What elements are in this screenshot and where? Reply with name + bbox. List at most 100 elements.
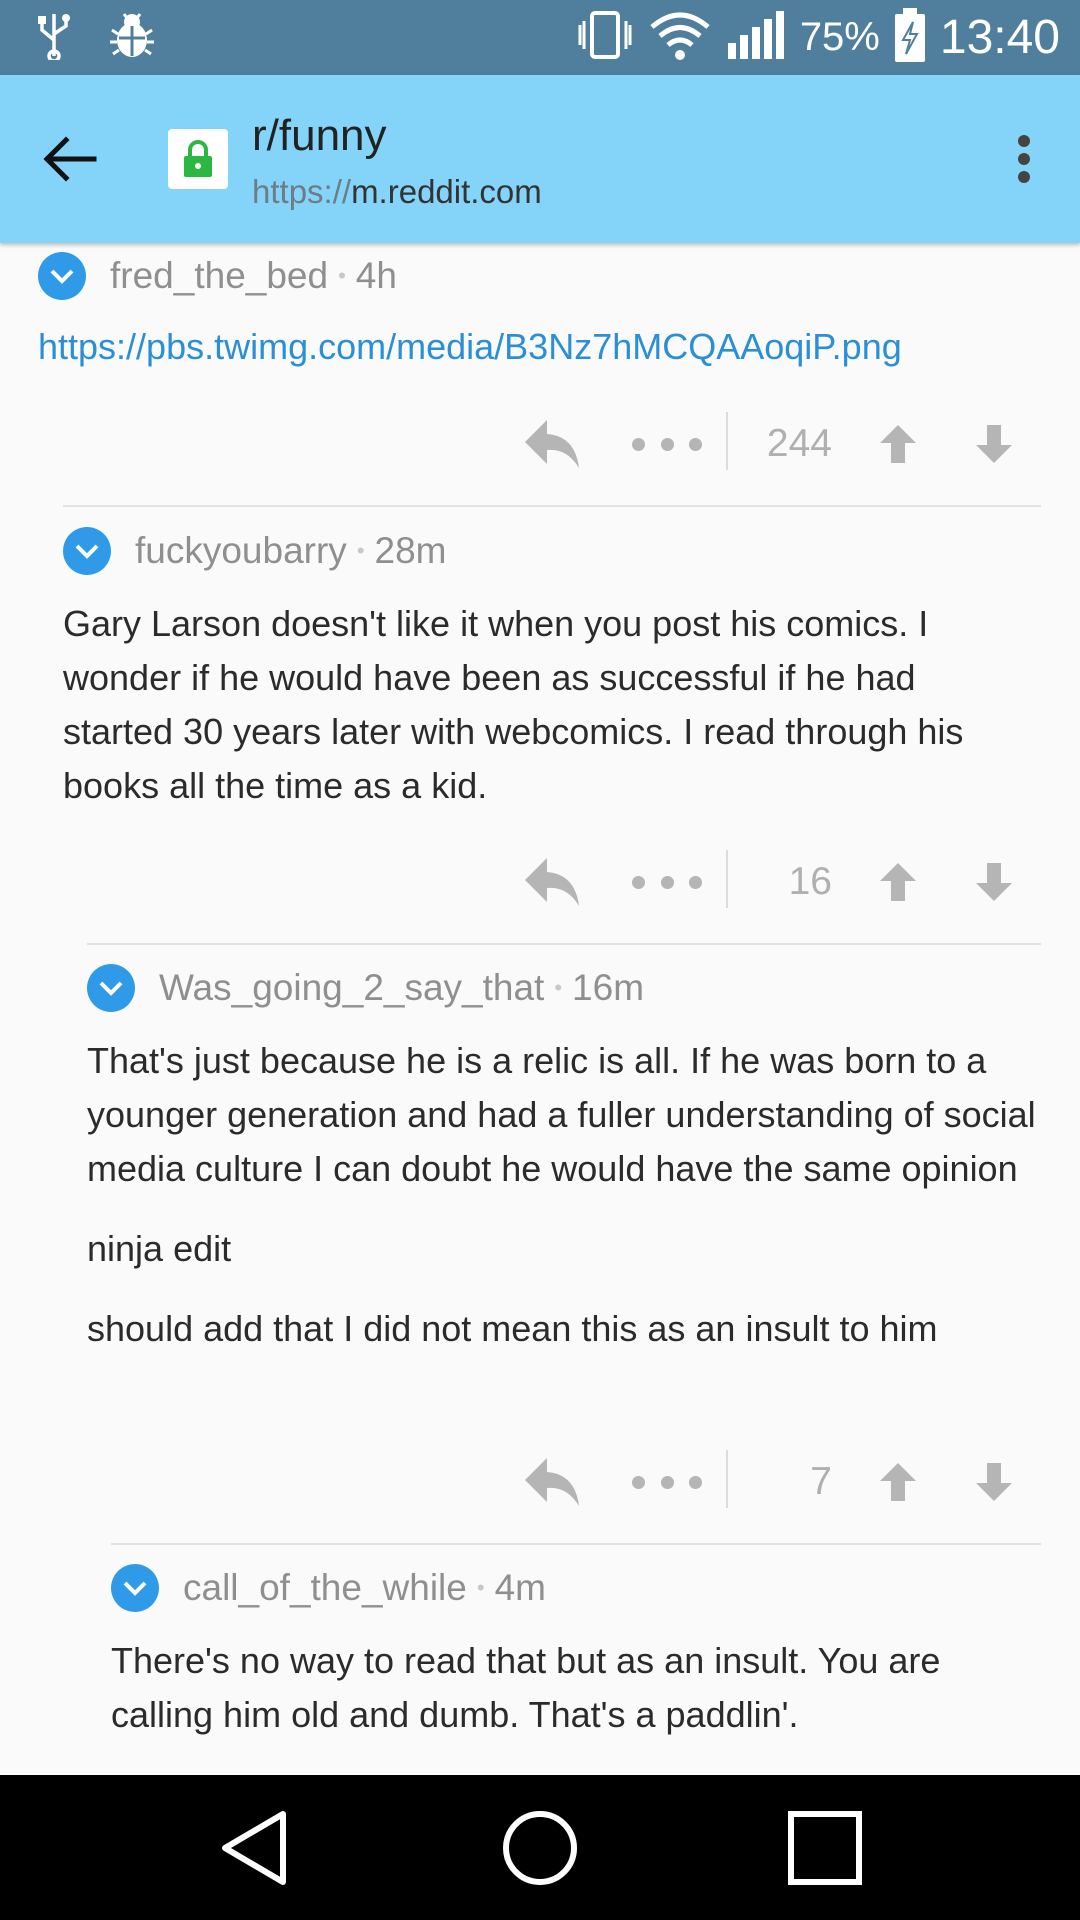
more-options-button[interactable]	[632, 842, 702, 922]
wifi-icon	[648, 7, 712, 68]
comment-author[interactable]: Was_going_2_say_that	[159, 967, 544, 1009]
arrow-down-icon	[976, 425, 1012, 463]
separator-dot: •	[356, 538, 365, 563]
reply-button[interactable]	[518, 404, 588, 484]
upvote-button[interactable]	[868, 1450, 928, 1514]
more-dot	[689, 1475, 702, 1489]
downvote-button[interactable]	[964, 1450, 1024, 1514]
bug-icon	[108, 10, 156, 65]
separator-dot: •	[554, 975, 563, 1000]
separator-dot: •	[338, 263, 346, 288]
more-dot	[660, 437, 674, 451]
comment-link[interactable]: https://pbs.twimg.com/media/B3Nz7hMCQAAo…	[38, 326, 902, 367]
comment-thread[interactable]: fred_the_bed • 4h https://pbs.twimg.com/…	[0, 243, 1080, 1775]
battery-charging-icon	[892, 6, 928, 69]
collapse-comment-button[interactable]	[63, 527, 111, 575]
upvote-button[interactable]	[868, 850, 928, 914]
comment-age: 4m	[494, 1567, 546, 1608]
nav-back-button[interactable]	[185, 1775, 325, 1920]
comment: fred_the_bed • 4h https://pbs.twimg.com/…	[38, 246, 1038, 374]
page-url[interactable]: https://m.reddit.com	[252, 173, 542, 211]
triangle-back-icon	[222, 1810, 286, 1885]
comment-header: Was_going_2_say_that • 16m	[87, 958, 1037, 1018]
downvote-button[interactable]	[964, 412, 1024, 476]
more-dot	[632, 437, 645, 451]
separator-dot: •	[476, 1575, 485, 1600]
back-button[interactable]	[30, 119, 110, 199]
comment-body: Gary Larson doesn't like it when you pos…	[63, 603, 964, 806]
usb-icon	[36, 10, 72, 65]
arrow-up-icon	[880, 863, 916, 901]
menu-dot	[1018, 135, 1030, 147]
chevron-down-icon	[99, 981, 123, 996]
action-divider	[726, 412, 728, 470]
arrow-down-icon	[976, 863, 1012, 901]
secure-connection-badge[interactable]	[168, 129, 228, 189]
comment-age: 4h	[355, 255, 397, 296]
more-dot	[660, 875, 674, 889]
divider	[63, 505, 1041, 507]
more-options-button[interactable]	[632, 404, 702, 484]
chevron-down-icon	[75, 544, 99, 559]
vibrate-icon	[576, 7, 636, 68]
reply-button[interactable]	[518, 1442, 588, 1522]
more-dot	[632, 875, 645, 889]
nav-recents-button[interactable]	[755, 1775, 895, 1920]
comment: Was_going_2_say_that • 16m That's just b…	[87, 958, 1037, 1356]
chevron-down-icon	[123, 1581, 147, 1596]
overflow-menu-button[interactable]	[1002, 127, 1046, 191]
comment-age: 28m	[374, 530, 447, 571]
downvote-button[interactable]	[964, 850, 1024, 914]
square-recents-icon	[788, 1810, 862, 1885]
clock: 13:40	[939, 11, 1060, 64]
collapse-comment-button[interactable]	[87, 964, 135, 1012]
more-options-button[interactable]	[632, 1442, 702, 1522]
divider	[111, 1543, 1041, 1545]
back-arrow-icon	[43, 136, 97, 182]
comment-author[interactable]: fred_the_bed	[110, 255, 328, 297]
signal-icon	[724, 7, 788, 68]
comment: fuckyoubarry • 28m Gary Larson doesn't l…	[63, 521, 1023, 813]
comment-header: fuckyoubarry • 28m	[63, 521, 1023, 581]
nav-home-button[interactable]	[470, 1775, 610, 1920]
browser-toolbar: r/funny https://m.reddit.com	[0, 75, 1080, 243]
comment: call_of_the_while • 4m There's no way to…	[111, 1558, 1031, 1742]
more-dot	[689, 437, 702, 451]
reply-icon	[525, 858, 579, 906]
arrow-up-icon	[880, 425, 916, 463]
status-bar: 75% 13:40	[0, 0, 1080, 75]
comment-body-paragraph: ninja edit	[87, 1228, 232, 1269]
comment-actions: 244	[518, 404, 1030, 484]
comment-author[interactable]: call_of_the_while	[183, 1567, 467, 1609]
upvote-button[interactable]	[868, 412, 928, 476]
collapse-comment-button[interactable]	[111, 1564, 159, 1612]
comment-header: call_of_the_while • 4m	[111, 1558, 1031, 1618]
chevron-down-icon	[50, 269, 74, 284]
more-dot	[689, 875, 702, 889]
menu-dot	[1018, 153, 1030, 165]
comment-body: That's just because he is a relic is all…	[87, 1040, 1036, 1189]
collapse-comment-button[interactable]	[38, 252, 86, 300]
comment-header: fred_the_bed • 4h	[38, 246, 1038, 306]
comment-actions: 16	[518, 842, 1030, 922]
action-divider	[726, 850, 728, 908]
url-scheme: https://	[252, 173, 352, 210]
more-dot	[660, 1475, 674, 1489]
reply-button[interactable]	[518, 842, 588, 922]
comment-body: There's no way to read that but as an in…	[111, 1640, 941, 1735]
action-divider	[726, 1450, 728, 1508]
comment-score: 16	[788, 860, 832, 903]
menu-dot	[1018, 171, 1030, 183]
page-title: r/funny	[252, 111, 387, 160]
reply-icon	[525, 1458, 579, 1506]
reply-icon	[525, 420, 579, 468]
system-navigation-bar	[0, 1775, 1080, 1920]
comment-score: 7	[810, 1460, 832, 1503]
more-dot	[632, 1475, 645, 1489]
comment-body-paragraph: should add that I did not mean this as a…	[87, 1308, 938, 1349]
divider	[87, 943, 1041, 945]
lock-icon	[184, 140, 212, 177]
comment-author[interactable]: fuckyoubarry	[135, 530, 347, 572]
battery-percent: 75%	[799, 15, 880, 59]
comment-actions: 7	[518, 1442, 1030, 1522]
